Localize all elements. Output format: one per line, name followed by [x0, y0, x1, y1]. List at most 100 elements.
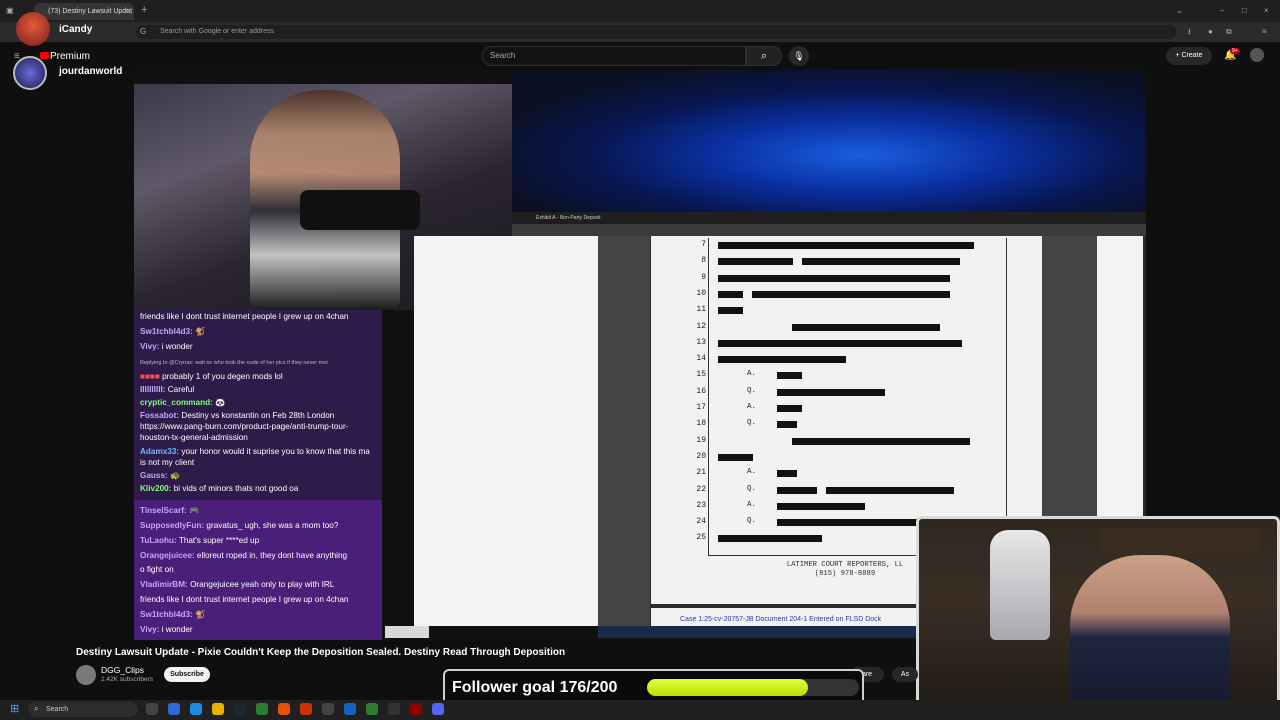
redaction-bar [792, 437, 970, 445]
edge-icon[interactable] [190, 703, 202, 715]
firefox-icon[interactable] [278, 703, 290, 715]
redaction-bar [777, 519, 917, 527]
redaction-bar [792, 323, 940, 331]
new-tab-button[interactable]: + [141, 5, 147, 16]
create-button[interactable]: + Create [1166, 47, 1212, 65]
redaction-bar [718, 307, 743, 315]
video-title: Destiny Lawsuit Update - Pixie Couldn't … [76, 647, 566, 658]
chat-message: Orangejuicee: elloreut roped in, they do… [140, 551, 348, 560]
close-window-icon[interactable]: × [1264, 6, 1269, 16]
redaction-bar [752, 290, 950, 298]
chat-message-cont: o fight on [140, 565, 174, 574]
sidebar-toggle-icon[interactable]: ▣ [6, 6, 14, 16]
chevron-down-icon[interactable]: ⌄ [1176, 6, 1183, 16]
line-number: 9 [701, 272, 706, 282]
line-number: 11 [696, 305, 706, 315]
chat-message: friends like I dont trust internet peopl… [140, 312, 349, 321]
search-button[interactable]: ⌕ [746, 46, 782, 66]
chat-message: Adamx33: your honor would it suprise you… [140, 447, 370, 456]
steam-icon[interactable] [234, 703, 246, 715]
windows-start-icon[interactable]: ⊞ [10, 703, 22, 715]
close-tab-icon[interactable]: × [124, 6, 129, 16]
brave-icon[interactable] [300, 703, 312, 715]
qa-marker: Q. [747, 517, 757, 526]
extensions-icon[interactable]: ⧉ [1226, 27, 1232, 37]
url-input[interactable]: Search with Google or enter address [136, 25, 1176, 39]
qa-marker: Q. [747, 419, 757, 428]
desktop-wallpaper [512, 70, 1146, 212]
subscribe-button[interactable]: Subscribe [164, 667, 210, 682]
facecam-person [1070, 555, 1230, 720]
reporter-phone: (815) 978-8889 [814, 570, 876, 578]
file-explorer-icon[interactable] [212, 703, 224, 715]
streamer-name: iCandy [59, 24, 93, 35]
facecam-shelf [1100, 528, 1260, 554]
task-view-icon[interactable] [146, 703, 158, 715]
browser-tab[interactable]: (73) Destiny Lawsuit Updat [34, 3, 134, 20]
taskbar-search[interactable]: Search [28, 702, 138, 717]
qa-marker: A. [747, 468, 757, 477]
page-rule-left [708, 238, 709, 556]
voice-search-button[interactable]: 🎙 [789, 46, 809, 66]
app-icon[interactable] [344, 703, 356, 715]
app-icon[interactable] [410, 703, 422, 715]
copilot-icon[interactable] [168, 703, 180, 715]
app-icon[interactable] [322, 703, 334, 715]
maximize-icon[interactable]: □ [1242, 6, 1247, 16]
news-widget [385, 626, 429, 638]
menu-icon[interactable]: ≡ [1262, 27, 1267, 37]
stream-chat-top: friends like I dont trust internet peopl… [134, 310, 382, 500]
browser-tab-bar [0, 0, 1280, 22]
case-header: Case 1:25-cv-20757-JB Document 204-1 Ent… [680, 616, 882, 623]
xbox-icon[interactable] [256, 703, 268, 715]
qa-marker: Q. [747, 386, 757, 395]
redaction-bar [777, 372, 802, 380]
redaction-bar [777, 486, 817, 494]
redaction-bar [718, 535, 822, 543]
chat-message: Sw1tchbl4d3: 🐒 [140, 610, 206, 619]
redaction-bar [777, 502, 865, 510]
app-icon[interactable] [366, 703, 378, 715]
line-number: 8 [701, 256, 706, 266]
redaction-bar [826, 486, 954, 494]
app-icon[interactable] [388, 703, 400, 715]
channel-logo [13, 56, 47, 90]
download-icon[interactable]: ⭳ [1188, 27, 1191, 37]
chat-message: Vivy: i wonder [140, 342, 193, 351]
chat-message-cont: houston-tx-general-admission [140, 433, 248, 442]
ask-button[interactable]: As [892, 667, 918, 682]
qa-marker: A. [747, 500, 757, 509]
chat-message: Fossabot: Destiny vs konstantin on Feb 2… [140, 411, 335, 420]
redaction-bar [718, 453, 753, 461]
chat-message: TuLaohu: That's super ****ed up [140, 536, 260, 545]
redaction-bar [718, 356, 846, 364]
account-avatar[interactable] [1250, 48, 1264, 62]
line-number: 24 [696, 517, 706, 527]
chat-message: ■■■■ probably 1 of you degen mods lol [140, 372, 283, 381]
search-input[interactable]: Search [482, 46, 746, 66]
line-number: 22 [696, 484, 706, 494]
chat-message: Gauss: 🐢 [140, 471, 181, 480]
profile-icon[interactable]: ● [1208, 27, 1213, 37]
follower-goal-fill [647, 679, 808, 696]
chat-message-cont: friends like I dont trust internet peopl… [140, 595, 349, 604]
minimize-icon[interactable]: – [1220, 6, 1224, 16]
channel-avatar[interactable] [76, 665, 96, 685]
redaction-bar [718, 290, 743, 298]
mic-icon: 🎙 [793, 51, 805, 61]
channel-name[interactable]: DGG_Clips [101, 665, 144, 675]
channel-handle: jourdanworld [59, 66, 123, 77]
redaction-bar [777, 405, 802, 412]
qa-marker: A. [747, 403, 757, 411]
search-icon: ⌕ [760, 50, 768, 62]
line-number: 7 [701, 240, 706, 249]
line-number: 10 [696, 288, 706, 298]
discord-icon[interactable] [432, 703, 444, 715]
youtube-logo-icon [40, 52, 49, 59]
line-number: 21 [696, 468, 706, 478]
redaction-bar [718, 258, 793, 266]
chat-message-cont: https://www.pang-burn.com/product-page/a… [140, 422, 349, 431]
microphone [300, 190, 420, 230]
redaction-bar [777, 470, 797, 478]
notification-count-badge: 9+ [1230, 48, 1240, 54]
